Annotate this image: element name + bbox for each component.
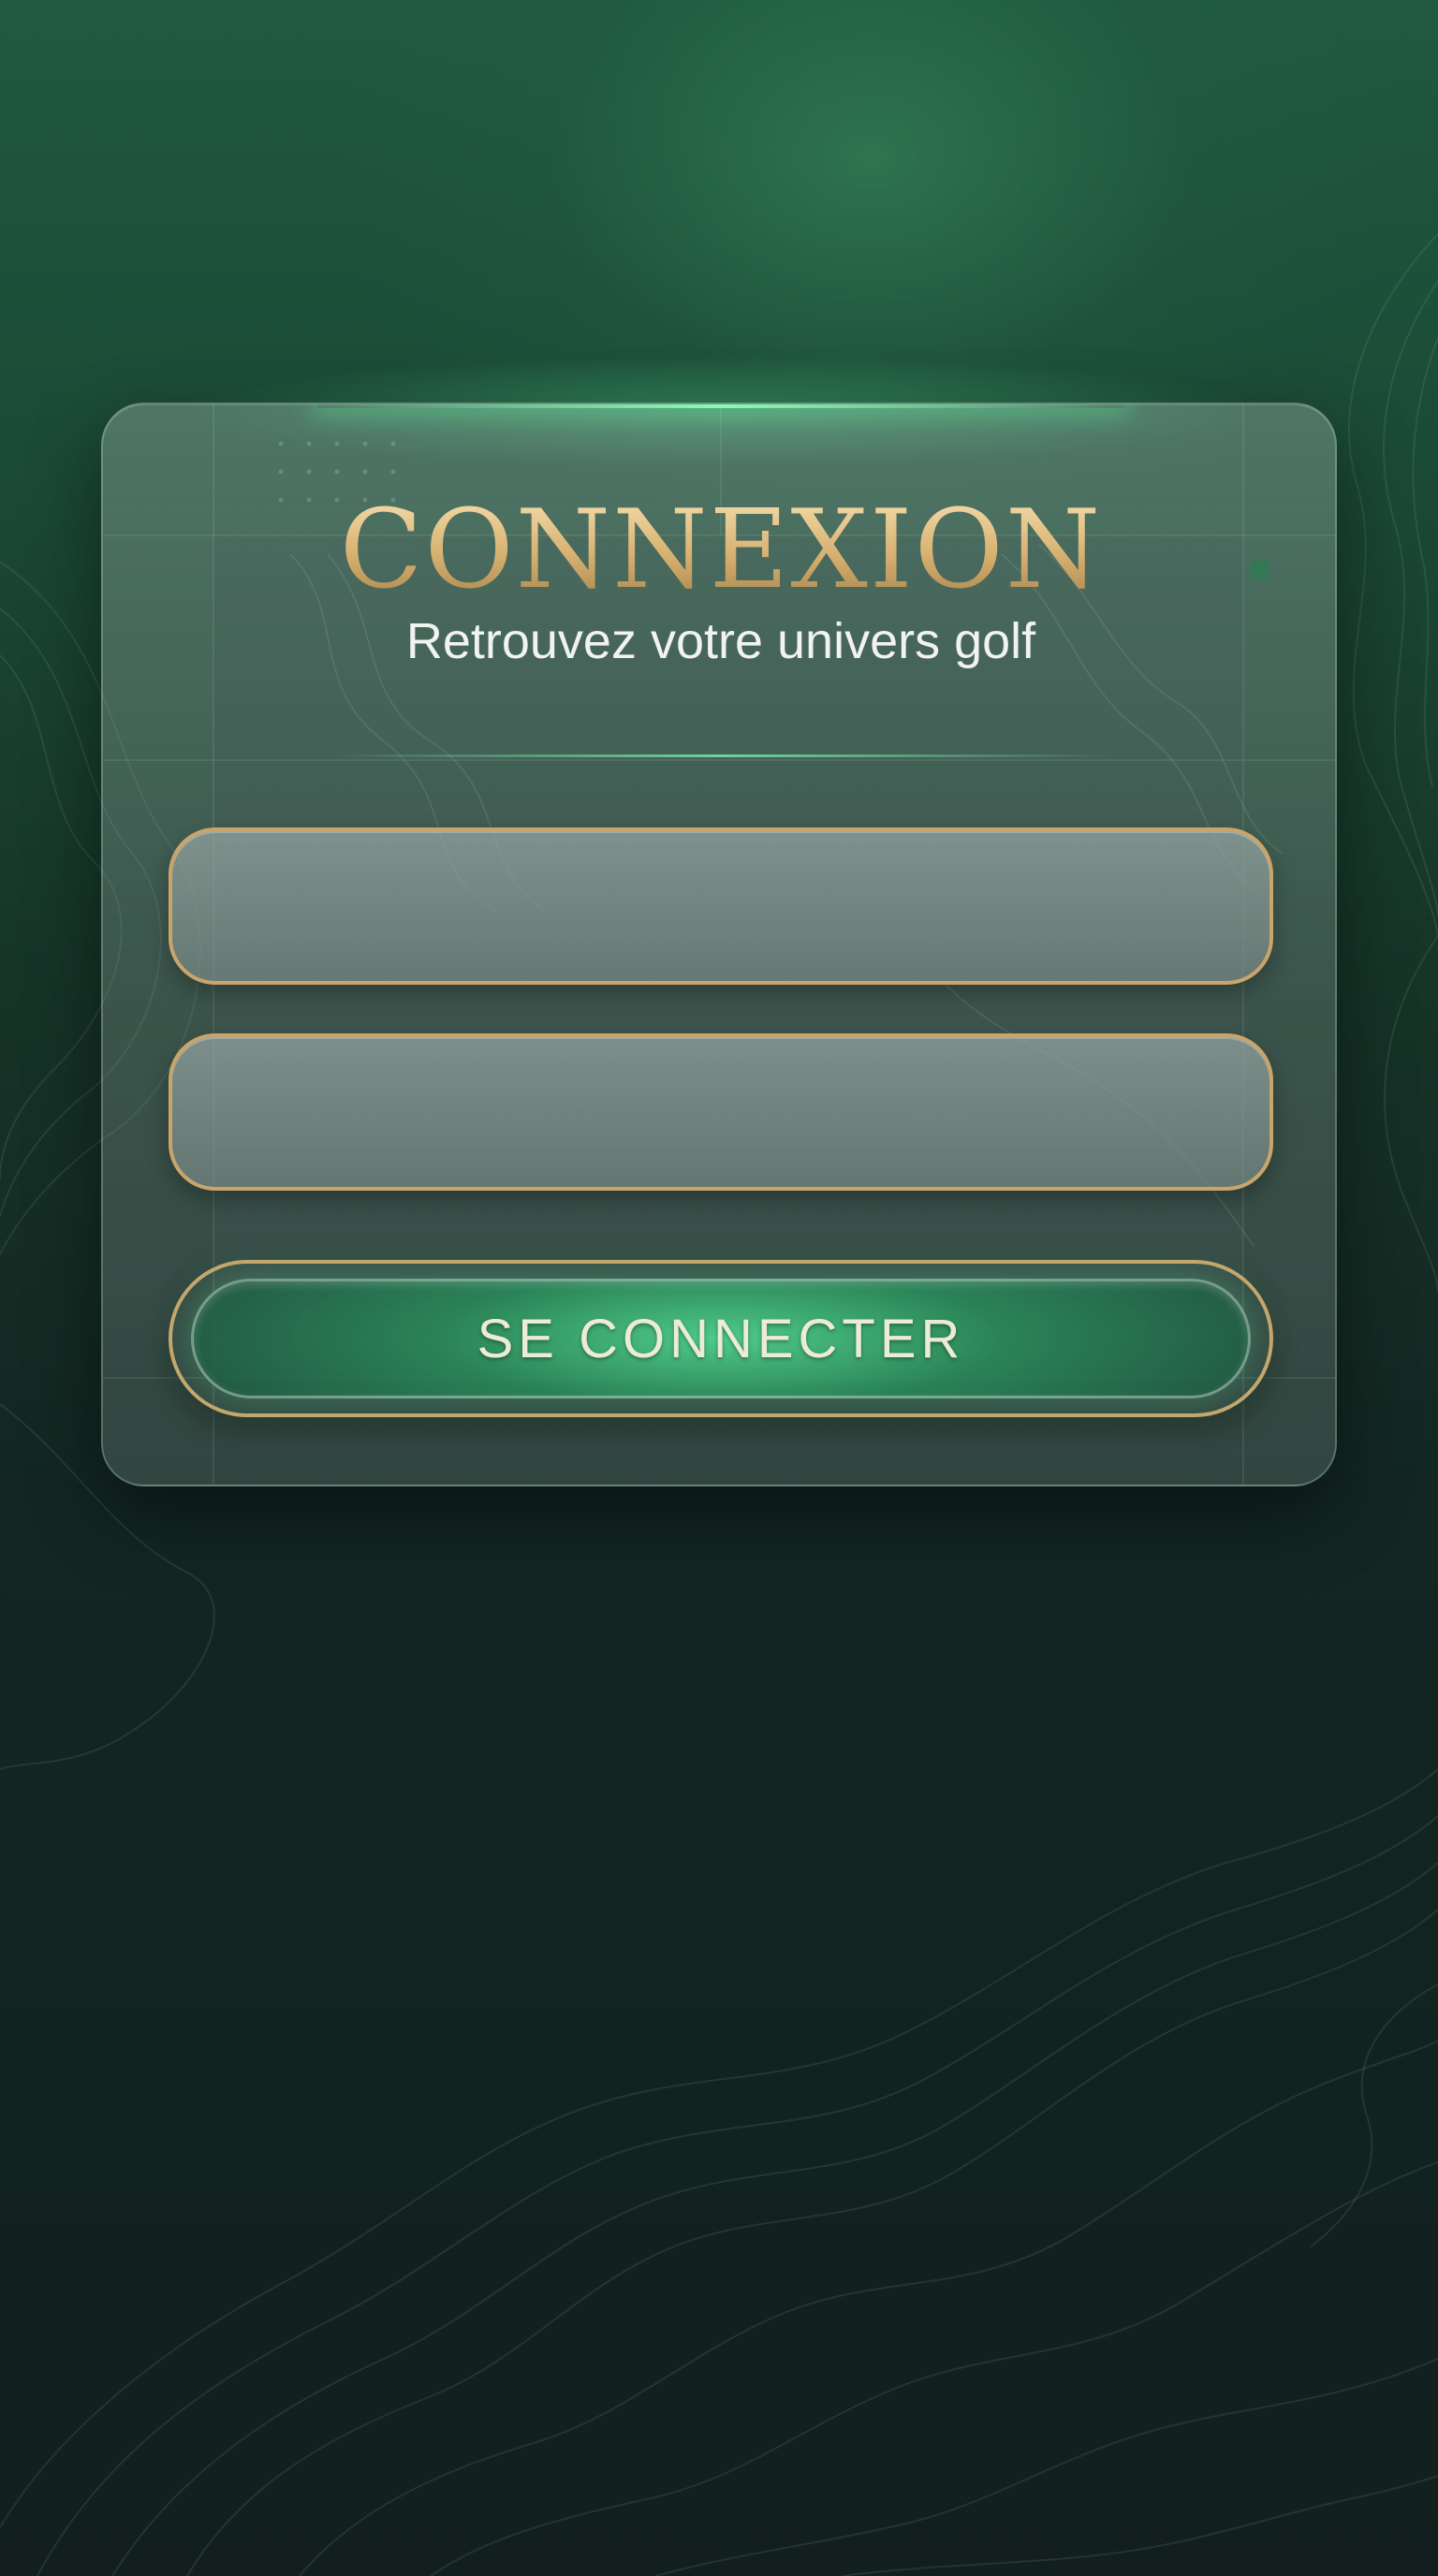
page-title: CONNEXION (103, 496, 1335, 605)
password-input[interactable] (172, 1037, 1269, 1187)
login-card: CONNEXION Retrouvez votre univers golf S… (101, 402, 1337, 1486)
email-input[interactable] (172, 831, 1269, 981)
login-button[interactable]: SE CONNECTER (169, 1260, 1273, 1417)
email-field[interactable] (169, 827, 1273, 985)
title-divider (328, 754, 1114, 757)
login-button-label: SE CONNECTER (477, 1308, 965, 1369)
password-field[interactable] (169, 1033, 1273, 1191)
page-subtitle: Retrouvez votre univers golf (405, 613, 1036, 669)
